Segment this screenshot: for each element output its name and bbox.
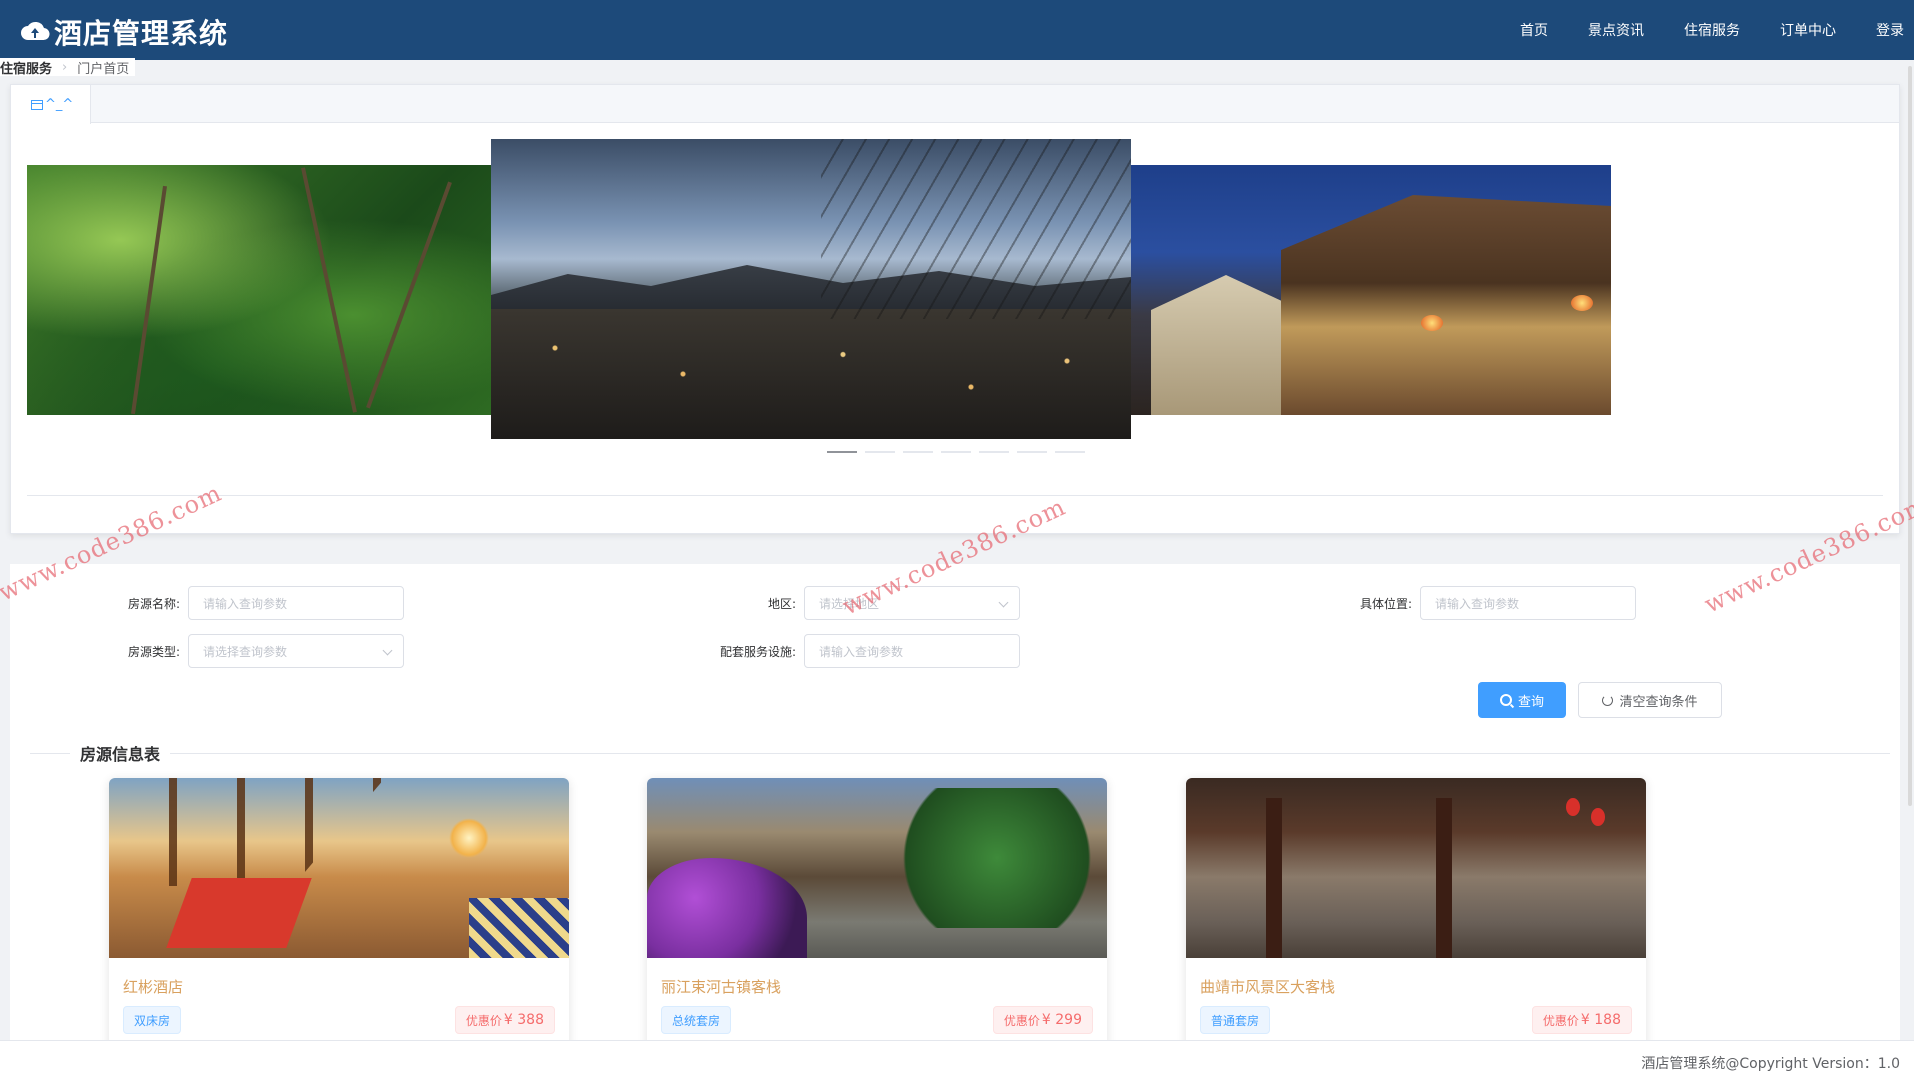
section-divider bbox=[30, 753, 1890, 754]
filter-name-row: 房源名称: 请输入查询参数 bbox=[70, 586, 404, 620]
carousel-dot[interactable] bbox=[1017, 451, 1047, 453]
breadcrumb-portal-home: 门户首页 bbox=[77, 61, 130, 77]
chair-shape bbox=[469, 898, 569, 958]
listing-image bbox=[109, 778, 569, 958]
price-badge: 优惠价 ¥ 299 bbox=[992, 1006, 1093, 1034]
carousel-dot[interactable] bbox=[1055, 451, 1085, 453]
price-value: ¥ 188 bbox=[1580, 1012, 1621, 1028]
filter-location-input[interactable]: 请输入查询参数 bbox=[1420, 586, 1636, 620]
carousel-panel: ^_^ bbox=[10, 84, 1900, 534]
city-lights bbox=[491, 309, 1131, 439]
price-value: ¥ 388 bbox=[503, 1012, 544, 1028]
listing-card[interactable]: 曲靖市风景区大客栈 普通套房 优惠价 ¥ 188 bbox=[1186, 778, 1646, 1058]
page-scrollbar[interactable] bbox=[1908, 66, 1912, 806]
lantern-shape bbox=[1591, 808, 1605, 826]
listing-name[interactable]: 曲靖市风景区大客栈 bbox=[1200, 976, 1335, 997]
nav-home[interactable]: 首页 bbox=[1520, 20, 1548, 40]
breadcrumb-lodging[interactable]: 住宿服务 bbox=[0, 58, 52, 77]
top-nav: 首页 景点资讯 住宿服务 订单中心 登录 bbox=[1500, 0, 1914, 60]
refresh-icon bbox=[1602, 694, 1614, 706]
nav-attractions[interactable]: 景点资讯 bbox=[1588, 20, 1644, 40]
tree-branches bbox=[821, 139, 1131, 319]
tree-trunk bbox=[366, 181, 452, 409]
tab-bar: ^_^ bbox=[11, 85, 1899, 124]
tree-trunk bbox=[301, 167, 357, 413]
price-label: 优惠价 bbox=[1542, 1013, 1579, 1028]
listing-name[interactable]: 红彬酒店 bbox=[123, 976, 183, 997]
filter-location-label: 具体位置: bbox=[1359, 596, 1412, 611]
filter-type-label: 房源类型: bbox=[127, 644, 180, 659]
building-shape bbox=[1281, 195, 1611, 415]
filter-facility-label: 配套服务设施: bbox=[719, 644, 796, 659]
carousel-dot[interactable] bbox=[941, 451, 971, 453]
flowers-shape bbox=[647, 858, 807, 958]
nav-orders[interactable]: 订单中心 bbox=[1780, 20, 1836, 40]
price-label: 优惠价 bbox=[1003, 1013, 1040, 1028]
nav-login[interactable]: 登录 bbox=[1876, 20, 1904, 40]
carousel-slide-city-night[interactable] bbox=[491, 139, 1131, 439]
room-type-tag: 总统套房 bbox=[661, 1006, 732, 1034]
clear-filters-button[interactable]: 清空查询条件 bbox=[1578, 682, 1722, 718]
room-type-tag: 普通套房 bbox=[1200, 1006, 1271, 1034]
filter-name-label: 房源名称: bbox=[127, 596, 180, 611]
building-shape bbox=[1151, 275, 1301, 415]
listing-card[interactable]: 丽江束河古镇客栈 总统套房 优惠价 ¥ 299 bbox=[647, 778, 1107, 1058]
listing-card[interactable]: 红彬酒店 双床房 优惠价 ¥ 388 bbox=[109, 778, 569, 1058]
carousel-indicators bbox=[827, 451, 1093, 453]
carousel-dot[interactable] bbox=[903, 451, 933, 453]
filter-facility-row: 配套服务设施: 请输入查询参数 bbox=[686, 634, 1020, 668]
listing-image bbox=[647, 778, 1107, 958]
footer: 酒店管理系统@Copyright Version：1.0 bbox=[0, 1040, 1914, 1080]
filter-region-label: 地区: bbox=[767, 596, 796, 611]
listing-image bbox=[1186, 778, 1646, 958]
query-button[interactable]: 查询 bbox=[1478, 682, 1566, 718]
nav-lodging[interactable]: 住宿服务 bbox=[1684, 20, 1740, 40]
calendar-icon bbox=[31, 99, 43, 110]
breadcrumb: 住宿服务 › 门户首页 bbox=[0, 58, 136, 77]
lantern-light bbox=[1421, 315, 1443, 331]
lantern-shape bbox=[1566, 798, 1580, 816]
cloud-upload-icon bbox=[21, 21, 50, 41]
sun-shape bbox=[449, 818, 489, 858]
chevron-down-icon bbox=[382, 645, 393, 656]
carousel-dot[interactable] bbox=[827, 451, 857, 453]
section-title: 房源信息表 bbox=[70, 741, 171, 765]
carousel-dot[interactable] bbox=[979, 451, 1009, 453]
chevron-down-icon bbox=[998, 597, 1009, 608]
tab-home[interactable]: ^_^ bbox=[11, 85, 91, 124]
tree-shape bbox=[887, 788, 1107, 928]
app-logo[interactable]: 酒店管理系统 bbox=[20, 12, 228, 52]
query-button-label: 查询 bbox=[1517, 694, 1544, 710]
carousel-slide-inn[interactable] bbox=[1131, 165, 1611, 415]
price-badge: 优惠价 ¥ 188 bbox=[1531, 1006, 1632, 1034]
pillar-shape bbox=[1436, 798, 1452, 958]
listing-name[interactable]: 丽江束河古镇客栈 bbox=[661, 976, 781, 997]
lantern-light bbox=[1571, 295, 1593, 311]
filter-location-row: 具体位置: 请输入查询参数 bbox=[1302, 586, 1636, 620]
app-title: 酒店管理系统 bbox=[54, 17, 229, 50]
filter-name-input[interactable]: 请输入查询参数 bbox=[188, 586, 404, 620]
carousel-slide-forest[interactable] bbox=[27, 165, 493, 415]
search-icon bbox=[1499, 694, 1512, 706]
chair-shape bbox=[166, 878, 312, 948]
tab-label: ^_^ bbox=[45, 97, 74, 112]
tree-trunk bbox=[131, 185, 167, 415]
top-header: 酒店管理系统 首页 景点资讯 住宿服务 订单中心 登录 bbox=[0, 0, 1914, 60]
price-value: ¥ 299 bbox=[1041, 1012, 1082, 1028]
room-type-tag: 双床房 bbox=[123, 1006, 182, 1034]
filter-facility-input[interactable]: 请输入查询参数 bbox=[804, 634, 1020, 668]
footer-copyright: 酒店管理系统@Copyright Version：1.0 bbox=[1641, 1056, 1900, 1072]
carousel-dot[interactable] bbox=[865, 451, 895, 453]
price-badge: 优惠价 ¥ 388 bbox=[454, 1006, 555, 1034]
divider bbox=[27, 495, 1883, 496]
clear-filters-label: 清空查询条件 bbox=[1619, 694, 1698, 710]
filter-type-select[interactable]: 请选择查询参数 bbox=[188, 634, 404, 668]
filter-type-row: 房源类型: 请选择查询参数 bbox=[70, 634, 404, 668]
pillar-shape bbox=[1266, 798, 1282, 958]
filter-type-placeholder: 请选择查询参数 bbox=[203, 644, 288, 659]
chevron-right-icon: › bbox=[62, 59, 68, 75]
price-label: 优惠价 bbox=[465, 1013, 502, 1028]
search-panel: 房源名称: 请输入查询参数 地区: 请选择地区 具体位置: 请输入查询参数 房源… bbox=[10, 564, 1900, 1058]
